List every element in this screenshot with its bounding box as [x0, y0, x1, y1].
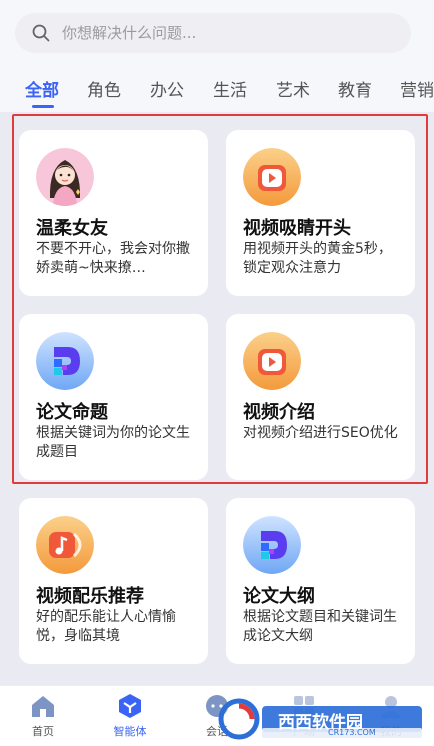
card-title: 论文大纲 [243, 586, 315, 607]
watermark-logo: 西西软件园 CR173.COM [218, 698, 428, 740]
search-input[interactable] [60, 23, 384, 43]
nav-label: 首页 [32, 725, 54, 738]
home-icon [32, 696, 54, 717]
card-title: 论文命题 [36, 402, 108, 423]
nav-home[interactable]: 首页 [13, 692, 73, 739]
video-play-icon [243, 148, 301, 206]
agent-grid: 温柔女友 不要不开心，我会对你撒娇卖萌~快来撩… 视频吸睛开头 用视频开头的黄金… [0, 112, 434, 685]
paper-d-logo-icon [243, 516, 301, 574]
watermark-url: CR173.COM [328, 728, 376, 737]
search-bar[interactable] [15, 13, 411, 53]
card-description: 根据关键词为你的论文生成题目 [36, 425, 190, 460]
card-title: 视频介绍 [243, 402, 315, 423]
card-description: 不要不开心，我会对你撒娇卖萌~快来撩… [36, 241, 190, 276]
search-icon [32, 24, 50, 42]
agent-card-video-opening[interactable]: 视频吸睛开头 用视频开头的黄金5秒，锁定观众注意力 [226, 130, 415, 296]
paper-d-logo-icon [36, 332, 94, 390]
tab-life[interactable]: 生活 [213, 76, 247, 101]
card-description: 用视频开头的黄金5秒，锁定观众注意力 [243, 241, 392, 276]
tab-all[interactable]: 全部 [25, 76, 59, 101]
tab-office[interactable]: 办公 [150, 76, 184, 101]
category-tabs: 全部 角色 办公 生活 艺术 教育 营销 [0, 68, 434, 108]
video-play-icon [243, 332, 301, 390]
card-title: 视频吸睛开头 [243, 218, 351, 239]
active-tab-indicator [32, 105, 54, 108]
card-description: 对视频介绍进行SEO优化 [243, 425, 398, 441]
card-title: 视频配乐推荐 [36, 586, 144, 607]
girlfriend-avatar-icon [36, 148, 94, 206]
nav-agents[interactable]: 智能体 [100, 692, 160, 739]
tab-education[interactable]: 教育 [338, 76, 372, 101]
nav-label: 智能体 [113, 725, 147, 738]
agent-card-thesis-topic[interactable]: 论文命题 根据关键词为你的论文生成题目 [19, 314, 208, 480]
bottom-nav: 首页 智能体 会话 广场 我的 [0, 685, 434, 746]
agent-card-thesis-outline[interactable]: 论文大纲 根据论文题目和关键词生成论文大纲 [226, 498, 415, 664]
agent-card-video-intro[interactable]: 视频介绍 对视频介绍进行SEO优化 [226, 314, 415, 480]
card-description: 根据论文题目和关键词生成论文大纲 [243, 609, 397, 644]
card-description: 好的配乐能让人心情愉悦，身临其境 [36, 609, 176, 644]
tab-role[interactable]: 角色 [87, 76, 121, 101]
tab-art[interactable]: 艺术 [276, 76, 310, 101]
agent-card-video-music[interactable]: 视频配乐推荐 好的配乐能让人心情愉悦，身临其境 [19, 498, 208, 664]
music-note-icon [36, 516, 94, 574]
agent-cube-icon [119, 694, 141, 718]
agent-card-gentle-girlfriend[interactable]: 温柔女友 不要不开心，我会对你撒娇卖萌~快来撩… [19, 130, 208, 296]
tab-marketing[interactable]: 营销 [400, 76, 434, 101]
card-title: 温柔女友 [36, 218, 108, 239]
